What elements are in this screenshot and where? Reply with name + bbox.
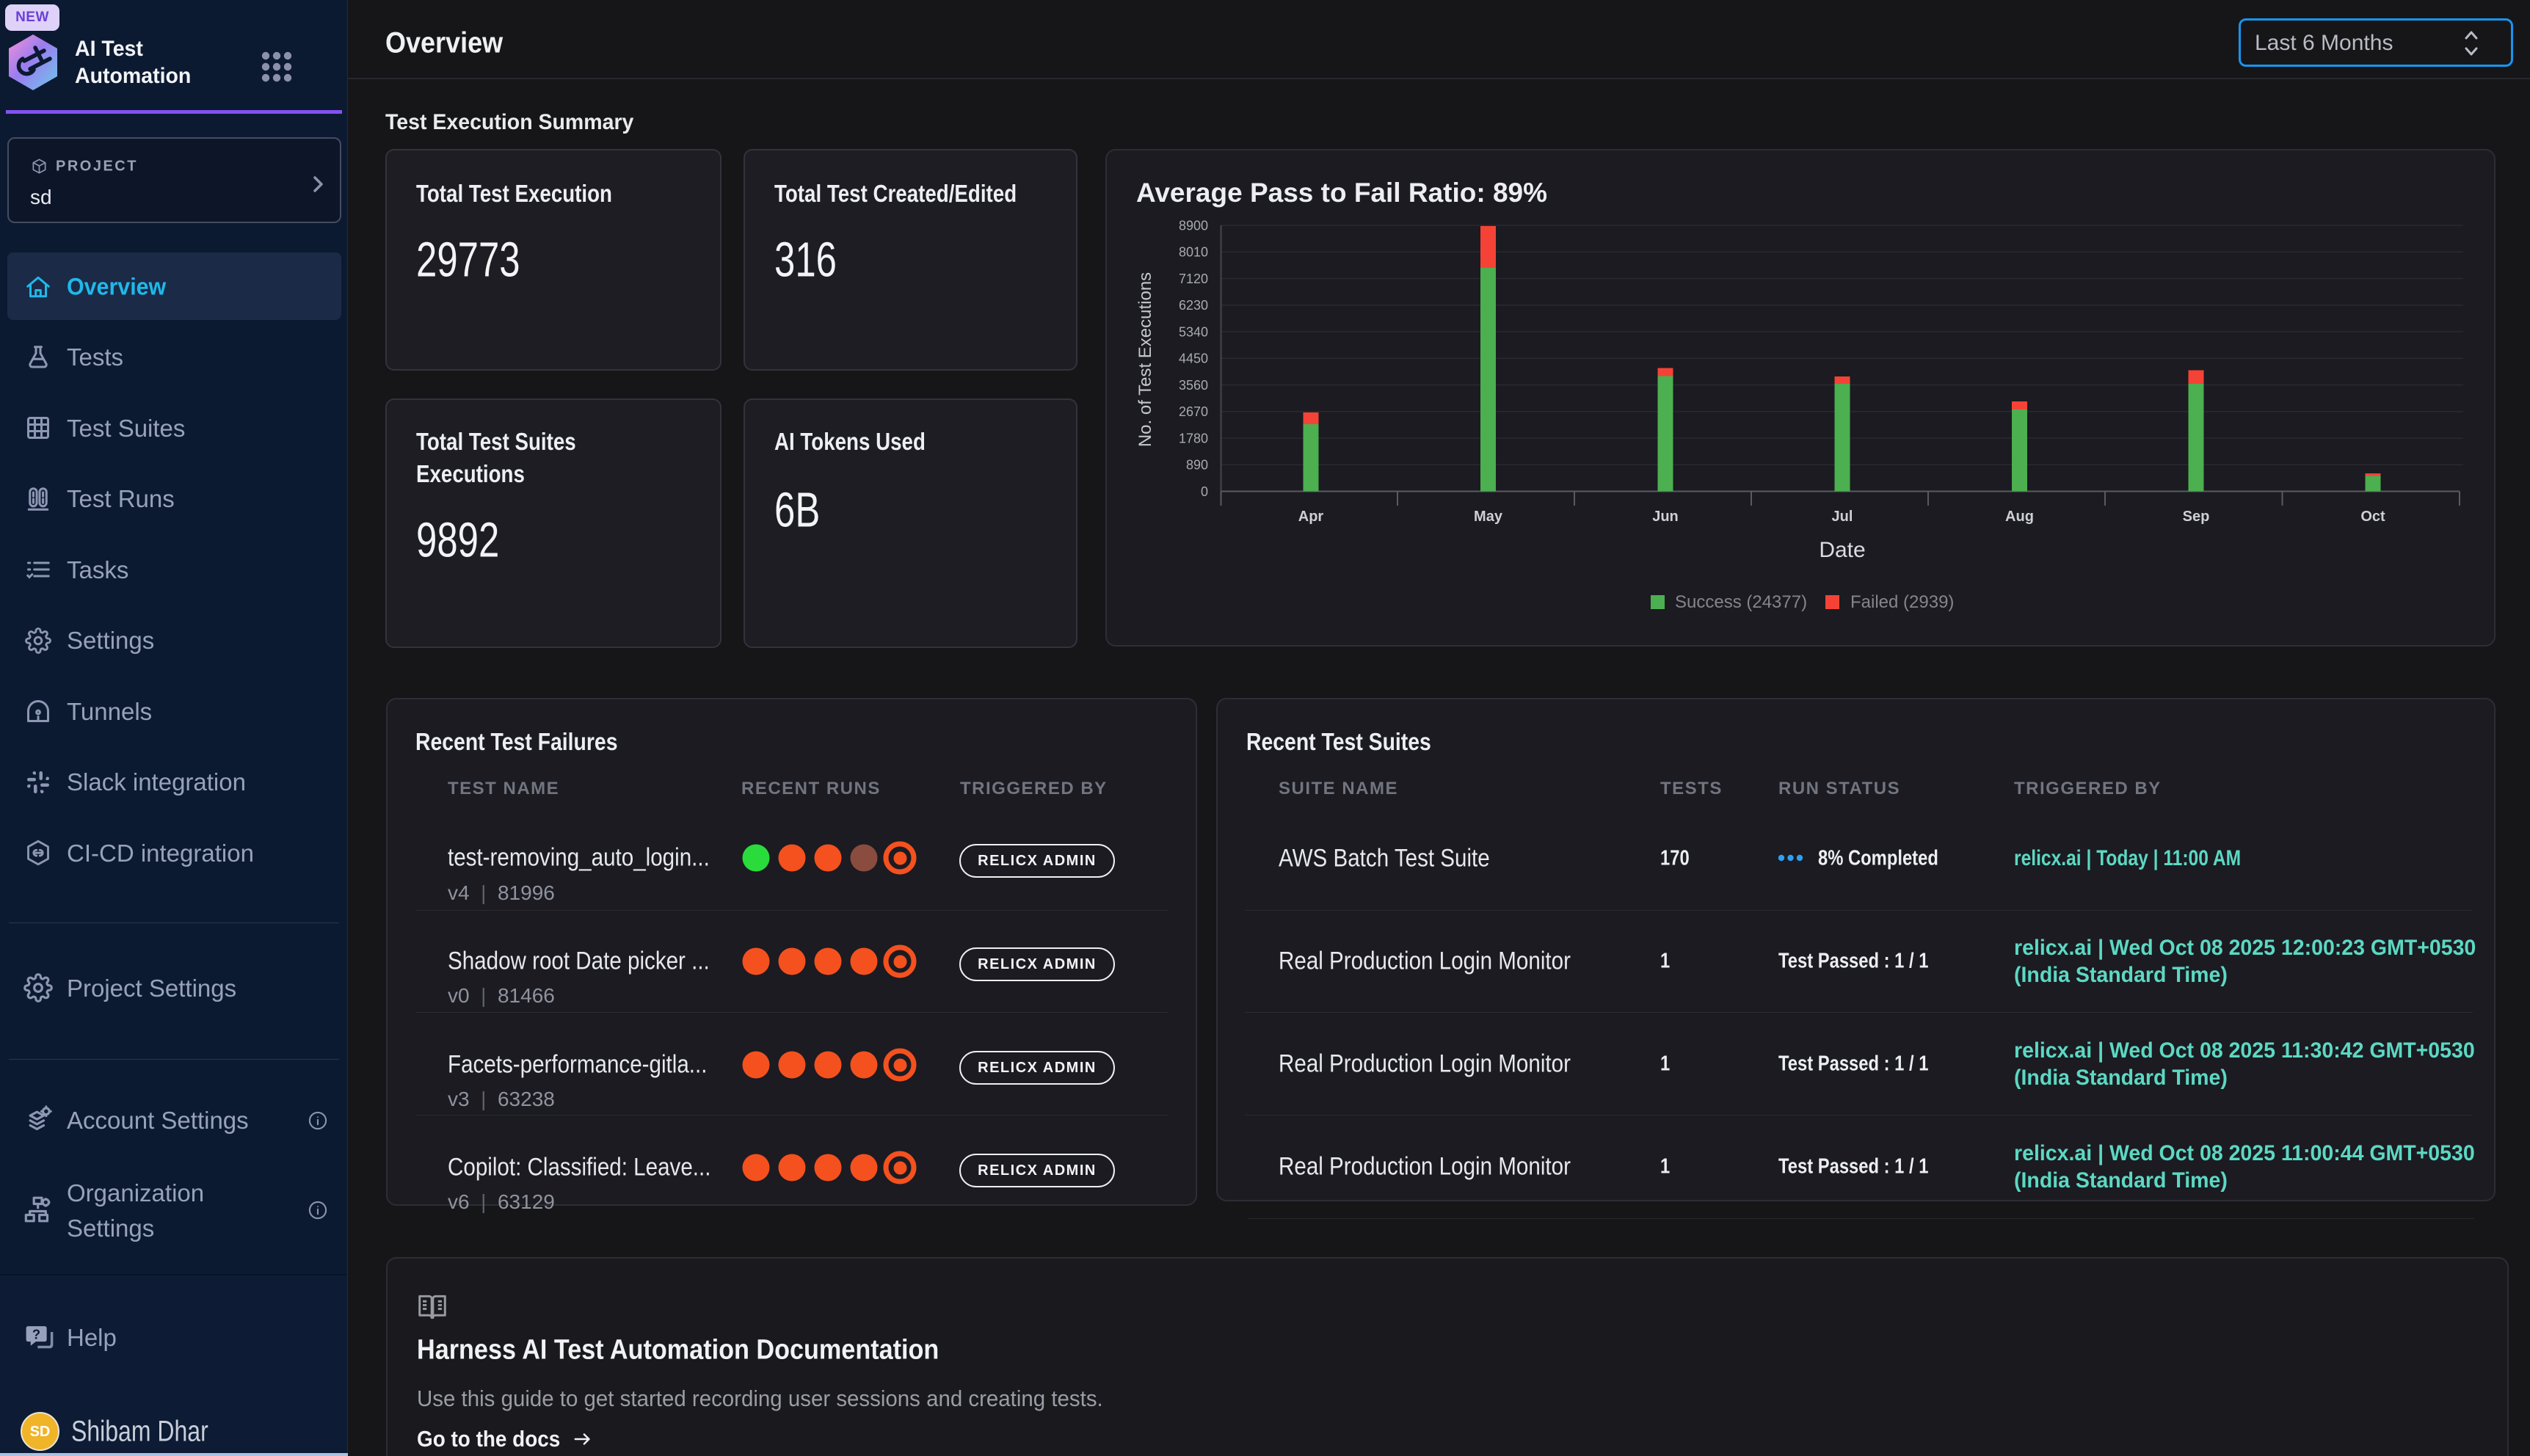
svg-text:0: 0 xyxy=(1201,484,1208,499)
svg-text:8900: 8900 xyxy=(1179,219,1208,233)
svg-text:Apr: Apr xyxy=(1298,509,1324,525)
svg-text:?: ? xyxy=(32,1326,40,1342)
svg-text:Jul: Jul xyxy=(1832,509,1853,525)
svg-text:4450: 4450 xyxy=(1179,352,1208,366)
svg-text:May: May xyxy=(1474,509,1503,525)
svg-text:Date: Date xyxy=(1819,538,1865,562)
svg-text:3560: 3560 xyxy=(1179,378,1208,393)
svg-text:Sep: Sep xyxy=(2183,509,2210,525)
svg-text:5340: 5340 xyxy=(1179,325,1208,340)
svg-text:2670: 2670 xyxy=(1179,404,1208,419)
svg-text:8010: 8010 xyxy=(1179,245,1208,260)
svg-text:1780: 1780 xyxy=(1179,432,1208,446)
svg-text:890: 890 xyxy=(1186,458,1208,473)
svg-text:Success (24377): Success (24377) xyxy=(1675,592,1807,612)
svg-text:6230: 6230 xyxy=(1179,298,1208,313)
svg-text:Jun: Jun xyxy=(1652,509,1679,525)
svg-text:No. of Test Executions: No. of Test Executions xyxy=(1135,272,1155,447)
svg-text:Failed (2939): Failed (2939) xyxy=(1850,592,1954,612)
svg-text:Aug: Aug xyxy=(2005,509,2034,525)
svg-text:Oct: Oct xyxy=(2360,509,2385,525)
svg-text:7120: 7120 xyxy=(1179,272,1208,286)
